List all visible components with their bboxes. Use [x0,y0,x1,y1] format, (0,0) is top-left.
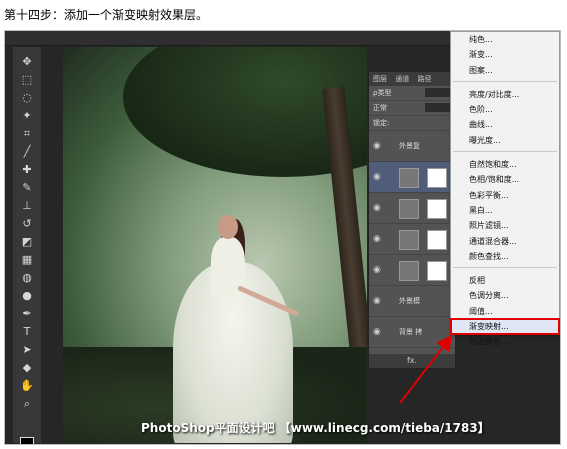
balance-icon [399,230,419,250]
menu-item-color-lookup[interactable]: 颜色查找... [451,249,559,264]
eyedropper-icon[interactable]: ╱ [19,145,35,159]
canvas-photo[interactable] [63,47,367,443]
menu-item-threshold[interactable]: 阈值... [451,304,559,319]
blur-icon[interactable]: ◍ [19,271,35,285]
history-brush-icon[interactable]: ↺ [19,217,35,231]
adjustment-thumb [399,168,419,188]
menu-item-hue-saturation[interactable]: 色相/饱和度... [451,172,559,187]
layers-tabs: 图层 通道 路径 [369,72,455,86]
marquee-icon[interactable]: ⬚ [19,73,35,87]
layer-mask-thumb [427,230,447,250]
menu-item-gradient-map[interactable]: 渐变映射... [450,318,560,336]
pen-icon[interactable]: ✒ [19,307,35,321]
lock-row: 锁定: [369,116,455,131]
gradient-icon[interactable]: ▦ [19,253,35,267]
blend-mode-select[interactable]: 正常 [373,104,387,112]
menu-item-pattern[interactable]: 图案... [451,63,559,78]
eye-icon[interactable]: ◉ [373,265,381,275]
step-caption: 第十四步：添加一个渐变映射效果层。 [4,8,209,22]
zoom-icon[interactable]: ⌕ [19,397,35,411]
filter-field[interactable] [425,88,451,97]
layer-mask-thumb [427,199,447,219]
tab-layers[interactable]: 图层 [373,75,387,83]
tab-paths[interactable]: 路径 [417,75,431,83]
layer-group-row[interactable]: ◉ 外景复 [369,131,455,162]
eye-icon[interactable]: ◉ [373,296,381,306]
eye-icon[interactable]: ◉ [373,141,381,151]
crop-icon[interactable]: ⌗ [19,127,35,141]
eye-icon[interactable]: ◉ [373,172,381,182]
layer-group-row-2[interactable]: ◉ 外景模 [369,286,455,317]
filter-row[interactable]: ρ类型 [369,86,455,101]
filter-label: ρ类型 [373,89,392,97]
layer-name: 外景模 [399,297,420,305]
menu-item-channel-mixer[interactable]: 通道混合器... [451,234,559,249]
eye-icon[interactable]: ◉ [373,234,381,244]
healing-icon[interactable]: ✚ [19,163,35,177]
menu-item-invert[interactable]: 反相 [451,273,559,288]
blend-mode-row[interactable]: 正常 [369,101,455,116]
move-icon[interactable]: ✥ [19,55,35,69]
bride-head [218,215,238,239]
watermark-text: PhotoShop平面设计吧 【www.linecg.com/tieba/178… [141,421,490,435]
layers-panel: 图层 通道 路径 ρ类型 正常 锁定: ◉ 外景复 ◉ ◉ ◉ ◉ ◉ 外景模 … [368,71,456,369]
adjustment-dropdown-menu: 纯色... 渐变... 图案... 亮度/对比度... 色阶... 曲线... … [450,31,560,346]
shape-icon[interactable]: ◆ [19,361,35,375]
type-icon[interactable]: T [19,325,35,339]
stamp-icon[interactable]: ⊥ [19,199,35,213]
lock-label: 锁定: [373,119,390,127]
layer-row-selected[interactable]: ◉ [369,162,455,193]
layer-name: 外景复 [399,142,420,150]
brush-icon[interactable]: ✎ [19,181,35,195]
menu-item-solid-color[interactable]: 纯色... [451,32,559,47]
path-select-icon[interactable]: ➤ [19,343,35,357]
menu-item-curves[interactable]: 曲线... [451,117,559,132]
layer-name: 背景 拷 [399,328,423,336]
menu-item-posterize[interactable]: 色调分离... [451,288,559,303]
lasso-icon[interactable]: ◌ [19,91,35,105]
menu-item-vibrance[interactable]: 自然饱和度... [451,157,559,172]
menu-item-selective-color[interactable]: 可选颜色... [451,334,559,349]
tab-channels[interactable]: 通道 [395,75,409,83]
adjustment-thumb [399,199,419,219]
hand-icon[interactable]: ✋ [19,379,35,393]
menu-item-levels[interactable]: 色阶... [451,102,559,117]
menu-item-brightness-contrast[interactable]: 亮度/对比度... [451,87,559,102]
opacity-field[interactable] [425,103,451,112]
fx-icon[interactable]: fx. [407,356,417,365]
menu-item-color-balance[interactable]: 色彩平衡... [451,188,559,203]
eye-icon[interactable]: ◉ [373,203,381,213]
layer-row[interactable]: ◉ [369,193,455,224]
layer-row[interactable]: ◉ [369,255,455,286]
layers-footer: fx. [369,354,455,368]
layer-thumb [399,261,419,281]
menu-item-gradient[interactable]: 渐变... [451,47,559,62]
layer-mask-thumb [427,261,447,281]
eye-icon[interactable]: ◉ [373,327,381,337]
layer-row[interactable]: ◉ [369,224,455,255]
menu-item-photo-filter[interactable]: 照片滤镜... [451,218,559,233]
background-layer-row[interactable]: ◉ 背景 拷 [369,317,455,348]
menu-item-black-white[interactable]: 黑白... [451,203,559,218]
photoshop-window: ✥ ⬚ ◌ ✦ ⌗ ╱ ✚ ✎ ⊥ ↺ ◩ ▦ ◍ ● ✒ T ➤ ◆ ✋ ⌕ … [4,30,561,445]
layer-mask-thumb [427,168,447,188]
background-color-swatch[interactable] [27,444,41,445]
eraser-icon[interactable]: ◩ [19,235,35,249]
magic-wand-icon[interactable]: ✦ [19,109,35,123]
dodge-icon[interactable]: ● [19,289,35,303]
tools-panel: ✥ ⬚ ◌ ✦ ⌗ ╱ ✚ ✎ ⊥ ↺ ◩ ▦ ◍ ● ✒ T ➤ ◆ ✋ ⌕ [13,47,41,445]
menu-item-exposure[interactable]: 曝光度... [451,133,559,148]
